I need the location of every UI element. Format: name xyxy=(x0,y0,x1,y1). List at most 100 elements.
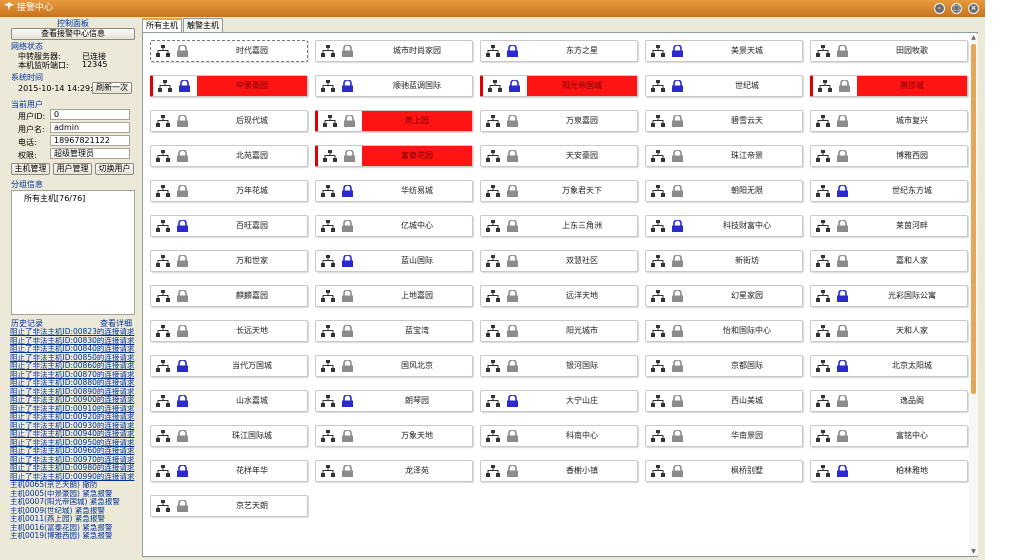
host-card[interactable]: 科南中心 xyxy=(480,425,638,447)
host-card[interactable]: 阳光帝国城 xyxy=(480,75,638,97)
refresh-time-button[interactable]: 刷新一次 xyxy=(92,82,132,94)
host-card[interactable]: 朗琴园 xyxy=(315,390,473,412)
host-card[interactable]: 燕上园 xyxy=(315,110,473,132)
host-name: 国风北京 xyxy=(401,361,433,370)
host-card[interactable]: 长远天地 xyxy=(150,320,308,342)
scroll-thumb[interactable] xyxy=(971,44,976,394)
host-card[interactable]: 上东三角洲 xyxy=(480,215,638,237)
network-icon xyxy=(486,360,500,372)
host-name: 博雅西园 xyxy=(896,151,928,160)
host-card[interactable]: 世纪东方城 xyxy=(810,180,968,202)
view-center-info-button[interactable]: 查看接警中心信息 xyxy=(11,28,135,40)
host-card[interactable]: 华南景园 xyxy=(645,425,803,447)
host-card[interactable]: 后现代城 xyxy=(150,110,308,132)
history-entry: 阻止了非法主机ID:00880的连接请求 xyxy=(10,379,135,387)
host-manage-button[interactable]: 主机管理 xyxy=(11,163,50,175)
host-card[interactable]: 山水嘉城 xyxy=(150,390,308,412)
close-button[interactable]: × xyxy=(968,3,979,14)
network-icon xyxy=(486,150,500,162)
host-card[interactable]: 珠江国际城 xyxy=(150,425,308,447)
host-card[interactable]: 万象君天下 xyxy=(480,180,638,202)
host-card[interactable]: 科技财富中心 xyxy=(645,215,803,237)
host-card[interactable]: 城市复兴 xyxy=(810,110,968,132)
host-card[interactable]: 天和人家 xyxy=(810,320,968,342)
host-card[interactable]: 富铭中心 xyxy=(810,425,968,447)
lock-icon xyxy=(341,289,354,302)
host-card[interactable]: 当代万国城 xyxy=(150,355,308,377)
maximize-button[interactable]: □ xyxy=(951,3,962,14)
group-item-all-hosts[interactable]: 所有主机[76/76] xyxy=(24,193,128,204)
host-card[interactable]: 光彩国际公寓 xyxy=(810,285,968,307)
host-card[interactable]: 北苑嘉园 xyxy=(150,145,308,167)
host-card[interactable]: 逸品阁 xyxy=(810,390,968,412)
host-card[interactable]: 新街坊 xyxy=(645,250,803,272)
host-card[interactable]: 万泉嘉园 xyxy=(480,110,638,132)
host-card[interactable]: 香榭小镇 xyxy=(480,460,638,482)
host-name: 万象天地 xyxy=(401,431,433,440)
host-card[interactable]: 田园牧歌 xyxy=(810,40,968,62)
lock-icon xyxy=(836,114,849,127)
host-card[interactable]: 富泰花园 xyxy=(315,145,473,167)
host-card[interactable]: 中景豪园 xyxy=(150,75,308,97)
host-card[interactable]: 美景天城 xyxy=(645,40,803,62)
app-window: 接警中心 - □ × 控制面板 查看接警中心信息 网络状态 中转服务器: 已连接… xyxy=(0,0,1022,560)
host-card[interactable]: 朝阳无限 xyxy=(645,180,803,202)
host-card[interactable]: 北京太阳城 xyxy=(810,355,968,377)
switch-user-button[interactable]: 切换用户 xyxy=(95,163,134,175)
network-icon xyxy=(156,185,170,197)
host-card[interactable]: 龙泽苑 xyxy=(315,460,473,482)
host-card[interactable]: 柏林雅地 xyxy=(810,460,968,482)
host-card[interactable]: 万年花城 xyxy=(150,180,308,202)
host-card[interactable]: 蓝山国际 xyxy=(315,250,473,272)
host-card[interactable]: 麒麟嘉园 xyxy=(150,285,308,307)
vertical-scrollbar[interactable]: ▲ ▼ xyxy=(969,34,978,556)
host-card[interactable]: 万象天地 xyxy=(315,425,473,447)
host-name: 京都国际 xyxy=(731,361,763,370)
scroll-up-arrow[interactable]: ▲ xyxy=(969,34,978,42)
host-card[interactable]: 华纺易城 xyxy=(315,180,473,202)
host-card[interactable]: 顺驰蓝调国际 xyxy=(315,75,473,97)
host-card[interactable]: 莱茵河畔 xyxy=(810,215,968,237)
host-card[interactable]: 国风北京 xyxy=(315,355,473,377)
host-card[interactable]: 大宁山庄 xyxy=(480,390,638,412)
host-card[interactable]: 双慧社区 xyxy=(480,250,638,272)
host-card[interactable]: 远洋天地 xyxy=(480,285,638,307)
host-card[interactable]: 怡和国际中心 xyxy=(645,320,803,342)
host-card[interactable]: 花样年华 xyxy=(150,460,308,482)
host-card[interactable]: 京艺天朗 xyxy=(150,495,308,517)
network-icon xyxy=(323,150,337,162)
host-card[interactable]: 西山美城 xyxy=(645,390,803,412)
history-entry: 主机0065(京艺天朗) 撤防 xyxy=(10,481,98,489)
network-icon xyxy=(321,255,335,267)
host-card[interactable]: 银河国际 xyxy=(480,355,638,377)
main-frame: 控制面板 查看接警中心信息 网络状态 中转服务器: 已连接 本机监听端口: 12… xyxy=(0,17,985,560)
host-name: 亿城中心 xyxy=(401,221,433,230)
host-card[interactable]: 燕莎城 xyxy=(810,75,968,97)
host-card[interactable]: 城市时尚家园 xyxy=(315,40,473,62)
tab-all-hosts[interactable]: 所有主机 xyxy=(142,18,182,32)
host-card[interactable]: 蓝宝湾 xyxy=(315,320,473,342)
host-card[interactable]: 亿城中心 xyxy=(315,215,473,237)
user-manage-button[interactable]: 用户管理 xyxy=(53,163,92,175)
lock-icon xyxy=(341,79,354,92)
host-card[interactable]: 嘉和人家 xyxy=(810,250,968,272)
host-card[interactable]: 京都国际 xyxy=(645,355,803,377)
host-card[interactable]: 碧雪云天 xyxy=(645,110,803,132)
host-card[interactable]: 时代嘉园 xyxy=(150,40,308,62)
scroll-down-arrow[interactable]: ▼ xyxy=(969,548,978,556)
host-card[interactable]: 百旺嘉园 xyxy=(150,215,308,237)
host-card[interactable]: 博雅西园 xyxy=(810,145,968,167)
group-tree[interactable]: 所有主机[76/76] xyxy=(11,190,135,315)
minimize-button[interactable]: - xyxy=(934,3,945,14)
host-name: 北京太阳城 xyxy=(892,361,932,370)
host-card[interactable]: 东方之星 xyxy=(480,40,638,62)
host-card[interactable]: 世纪城 xyxy=(645,75,803,97)
host-card[interactable]: 幻星家园 xyxy=(645,285,803,307)
host-card[interactable]: 万和世家 xyxy=(150,250,308,272)
tab-alarm-hosts[interactable]: 触警主机 xyxy=(183,18,223,32)
host-card[interactable]: 枫桥别墅 xyxy=(645,460,803,482)
host-card[interactable]: 上地嘉园 xyxy=(315,285,473,307)
host-card[interactable]: 阳光城市 xyxy=(480,320,638,342)
host-card[interactable]: 珠江帝景 xyxy=(645,145,803,167)
host-card[interactable]: 天安豪园 xyxy=(480,145,638,167)
